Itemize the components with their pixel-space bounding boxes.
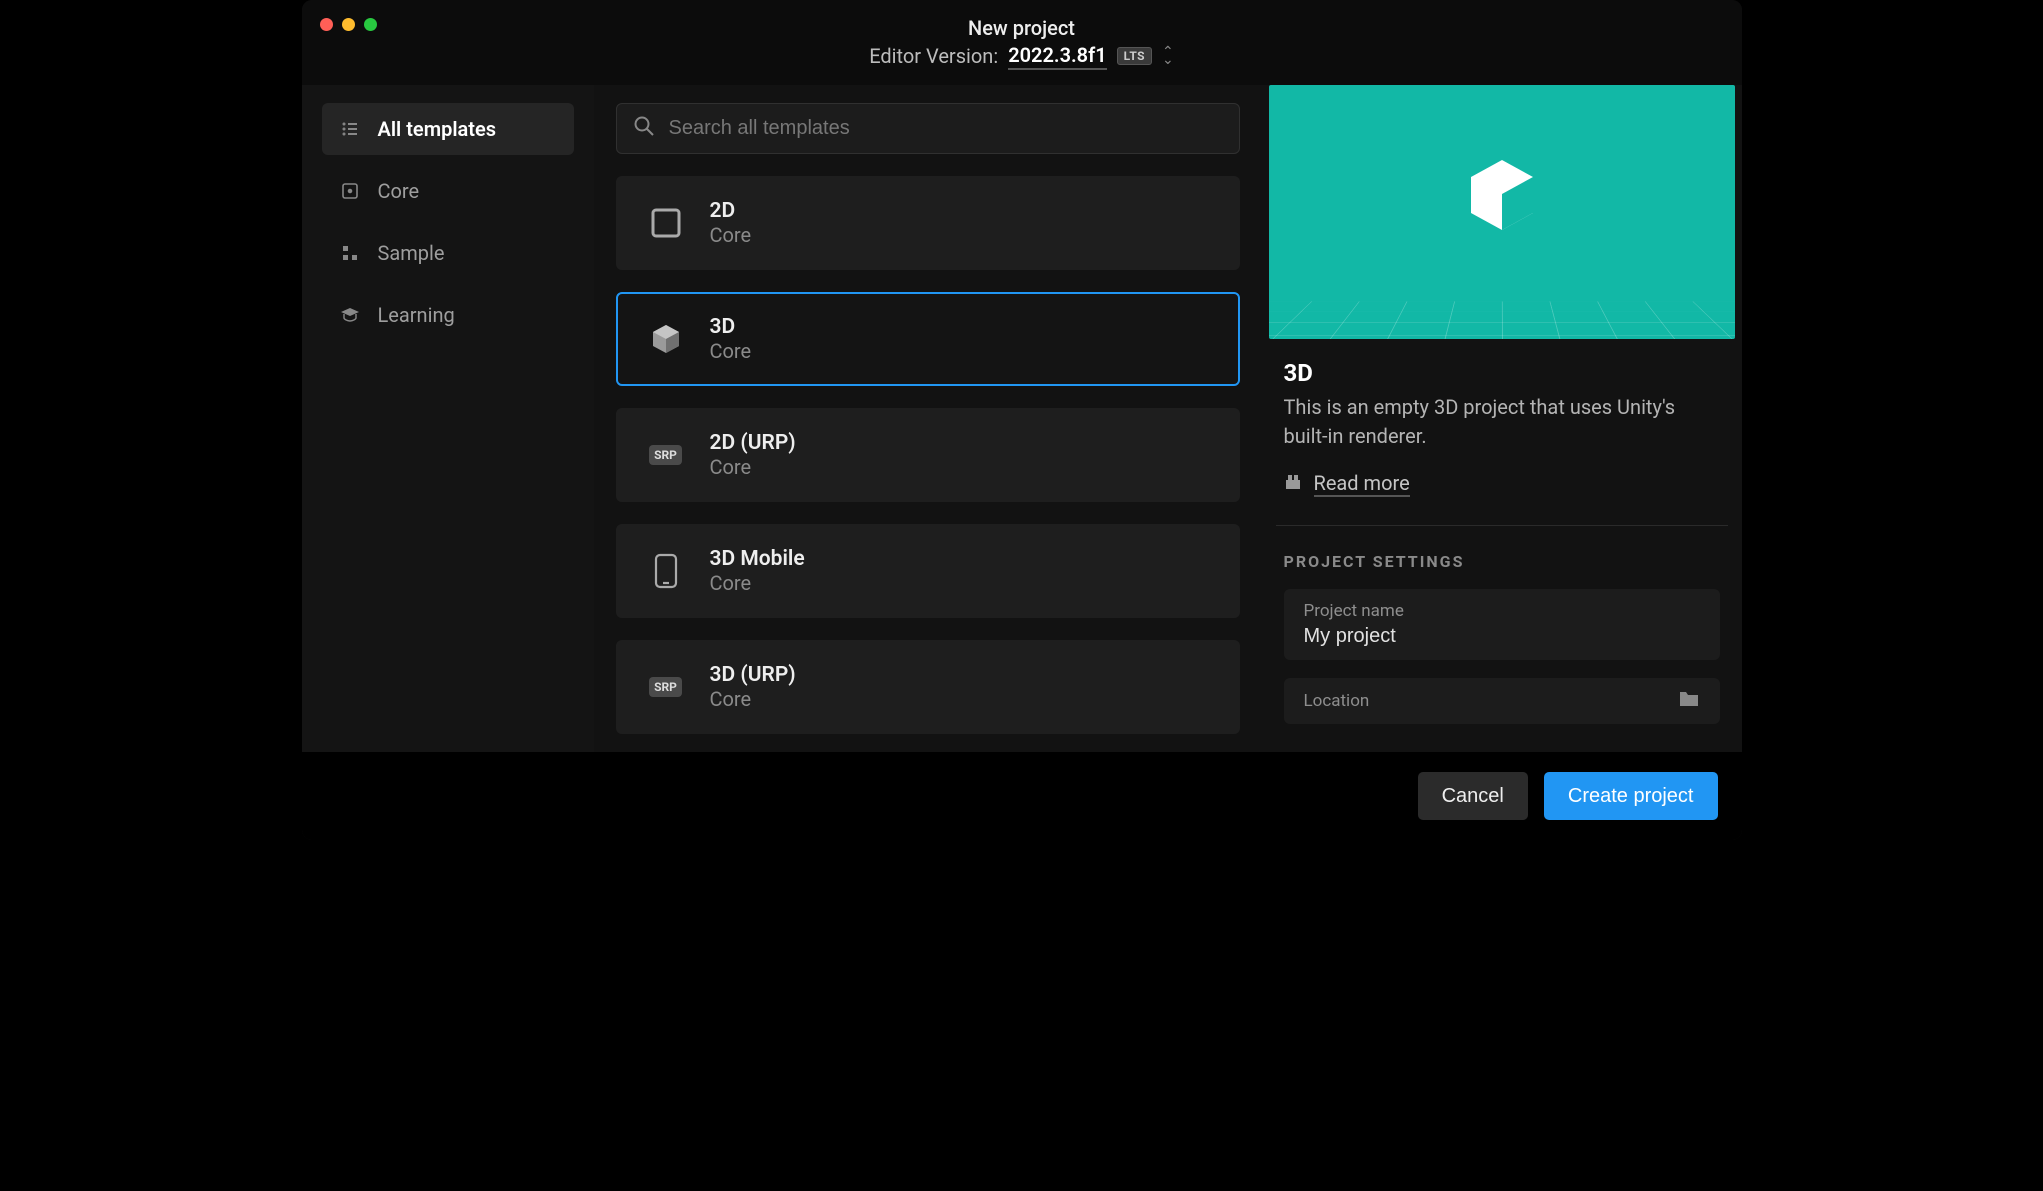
template-text: 3D Core xyxy=(710,315,752,363)
sidebar-item-label: All templates xyxy=(378,117,497,141)
cube-icon xyxy=(648,321,684,357)
editor-version-label: Editor Version: xyxy=(869,44,998,68)
template-subtitle: Core xyxy=(710,571,805,595)
titlebar: New project Editor Version: 2022.3.8f1 L… xyxy=(302,0,1742,85)
sidebar: All templates Core Sample Learning xyxy=(302,85,594,752)
list-icon xyxy=(340,119,360,139)
sidebar-item-all-templates[interactable]: All templates xyxy=(322,103,574,155)
sidebar-item-label: Core xyxy=(378,179,420,203)
grid-dots-icon xyxy=(340,243,360,263)
template-text: 2D (URP) Core xyxy=(710,431,796,479)
template-title: 3D (URP) xyxy=(710,663,796,687)
mobile-icon xyxy=(648,553,684,589)
template-card-3d[interactable]: 3D Core xyxy=(616,292,1240,386)
template-subtitle: Core xyxy=(710,339,752,363)
sidebar-item-sample[interactable]: Sample xyxy=(322,227,574,279)
chevron-down-icon: ⌄ xyxy=(1162,56,1174,64)
close-window-button[interactable] xyxy=(320,18,333,31)
template-title: 2D xyxy=(710,199,752,223)
new-project-window: New project Editor Version: 2022.3.8f1 L… xyxy=(302,0,1742,840)
template-text: 3D (URP) Core xyxy=(710,663,796,711)
detail-panel: 3D This is an empty 3D project that uses… xyxy=(1262,85,1742,752)
read-more-link[interactable]: Read more xyxy=(1284,471,1410,499)
square-dot-icon xyxy=(340,181,360,201)
template-card-2d-urp[interactable]: SRP 2D (URP) Core xyxy=(616,408,1240,502)
template-title: 3D xyxy=(710,315,752,339)
read-more-label: Read more xyxy=(1314,471,1410,497)
srp-badge-icon: SRP xyxy=(648,669,684,705)
project-name-label: Project name xyxy=(1304,601,1569,621)
divider xyxy=(1276,525,1728,526)
srp-badge-icon: SRP xyxy=(648,437,684,473)
template-card-3d-mobile[interactable]: 3D Mobile Core xyxy=(616,524,1240,618)
version-stepper[interactable]: ⌃ ⌄ xyxy=(1162,48,1174,64)
create-project-button[interactable]: Create project xyxy=(1544,772,1718,820)
footer: Cancel Create project xyxy=(302,752,1742,840)
sidebar-item-core[interactable]: Core xyxy=(322,165,574,217)
project-name-field[interactable]: Project name xyxy=(1284,589,1720,660)
project-name-input[interactable] xyxy=(1304,625,1569,648)
project-settings-header: PROJECT SETTINGS xyxy=(1262,552,1742,571)
search-input[interactable] xyxy=(669,117,1223,140)
template-title: 2D (URP) xyxy=(710,431,796,455)
maximize-window-button[interactable] xyxy=(364,18,377,31)
detail-title: 3D xyxy=(1284,359,1720,387)
template-title: 3D Mobile xyxy=(710,547,805,571)
lts-badge: LTS xyxy=(1117,47,1152,65)
preview-grid xyxy=(1269,301,1735,339)
location-label: Location xyxy=(1304,691,1370,711)
search-box[interactable] xyxy=(616,103,1240,154)
editor-version-row: Editor Version: 2022.3.8f1 LTS ⌃ ⌄ xyxy=(869,43,1174,70)
window-title: New project xyxy=(968,16,1075,40)
editor-version-value[interactable]: 2022.3.8f1 xyxy=(1008,43,1106,70)
detail-description: This is an empty 3D project that uses Un… xyxy=(1284,393,1720,451)
template-preview xyxy=(1269,85,1735,339)
sidebar-item-label: Learning xyxy=(378,303,455,327)
template-subtitle: Core xyxy=(710,455,796,479)
preview-cube-icon xyxy=(1461,154,1543,240)
detail-info: 3D This is an empty 3D project that uses… xyxy=(1262,359,1742,499)
template-card-2d[interactable]: 2D Core xyxy=(616,176,1240,270)
sidebar-item-label: Sample xyxy=(378,241,445,265)
search-icon xyxy=(633,115,655,141)
template-text: 3D Mobile Core xyxy=(710,547,805,595)
graduation-icon xyxy=(340,305,360,325)
body: All templates Core Sample Learning xyxy=(302,85,1742,752)
location-field[interactable]: Location xyxy=(1284,678,1720,724)
template-text: 2D Core xyxy=(710,199,752,247)
template-card-3d-urp[interactable]: SRP 3D (URP) Core xyxy=(616,640,1240,734)
folder-icon[interactable] xyxy=(1678,690,1700,712)
template-list: 2D Core 3D Core SRP 2D (URP) Core xyxy=(594,85,1262,752)
sidebar-item-learning[interactable]: Learning xyxy=(322,289,574,341)
template-subtitle: Core xyxy=(710,223,752,247)
minimize-window-button[interactable] xyxy=(342,18,355,31)
window-controls xyxy=(320,18,377,31)
cancel-button[interactable]: Cancel xyxy=(1418,772,1528,820)
template-subtitle: Core xyxy=(710,687,796,711)
book-icon xyxy=(1284,472,1302,496)
square-outline-icon xyxy=(648,205,684,241)
